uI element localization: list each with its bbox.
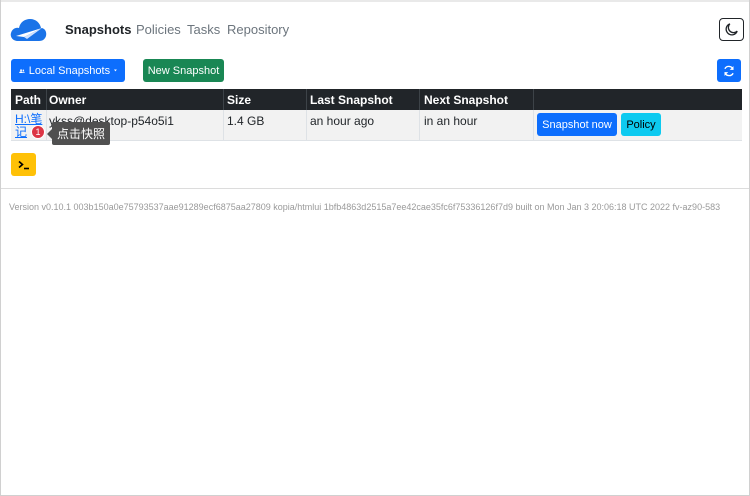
refresh-button[interactable] (717, 59, 741, 82)
cloud-logo-icon[interactable] (9, 17, 47, 43)
new-snapshot-button[interactable]: New Snapshot (143, 59, 224, 82)
nav-tasks[interactable]: Tasks (187, 22, 220, 37)
policy-button[interactable]: Policy (621, 113, 661, 136)
users-icon (19, 68, 25, 73)
dropdown-label: Local Snapshots (28, 64, 111, 77)
header-size[interactable]: Size (227, 93, 251, 107)
cell-divider (306, 110, 307, 141)
terminal-icon (17, 160, 29, 169)
tooltip: 点击快照 (46, 122, 111, 145)
nav-policies[interactable]: Policies (136, 22, 181, 37)
header-divider (306, 89, 307, 110)
cell-divider (419, 110, 420, 141)
theme-toggle-button[interactable] (719, 18, 744, 41)
header-path[interactable]: Path (15, 93, 41, 107)
size-cell: 1.4 GB (227, 114, 265, 128)
footer-divider (1, 188, 749, 189)
window-top-edge (1, 0, 749, 2)
last-snapshot-cell: an hour ago (310, 114, 375, 128)
local-snapshots-dropdown[interactable]: Local Snapshots (11, 59, 125, 82)
snapshots-table: Path Owner Size Last Snapshot Next Snaps… (11, 89, 742, 141)
header-owner[interactable]: Owner (49, 93, 86, 107)
table-row: H:\笔 记 ykss@desktop-p54o5i1 1.4 GB an ho… (11, 110, 742, 141)
cell-divider (223, 110, 224, 141)
next-snapshot-cell: in an hour (424, 114, 478, 128)
nav-repository[interactable]: Repository (227, 22, 289, 37)
header-last-snapshot[interactable]: Last Snapshot (310, 93, 393, 107)
step-badge: 1 (31, 125, 45, 139)
moon-icon (725, 23, 738, 36)
header-next-snapshot[interactable]: Next Snapshot (424, 93, 508, 107)
header-divider (419, 89, 420, 110)
cell-divider (533, 110, 534, 141)
header-divider (223, 89, 224, 110)
navbar: Snapshots Policies Tasks Repository (1, 10, 749, 50)
app-window: Snapshots Policies Tasks Repository Loca… (0, 0, 750, 496)
header-divider (46, 89, 47, 110)
nav-snapshots[interactable]: Snapshots (65, 22, 131, 37)
terminal-button[interactable] (11, 153, 36, 176)
table-header: Path Owner Size Last Snapshot Next Snaps… (11, 89, 742, 110)
version-footer: Version v0.10.1 003b150a0e75793537aae912… (9, 202, 721, 212)
snapshot-now-button[interactable]: Snapshot now (537, 113, 617, 136)
header-divider (533, 89, 534, 110)
refresh-icon (724, 65, 734, 76)
caret-down-icon (114, 69, 117, 72)
